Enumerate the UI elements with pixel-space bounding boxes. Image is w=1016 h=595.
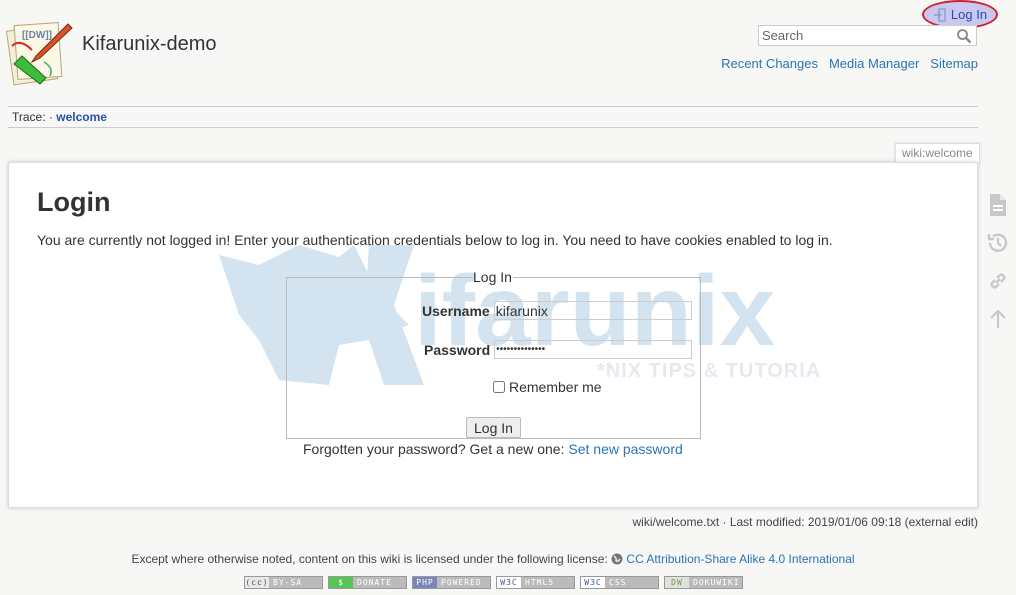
breadcrumb-welcome[interactable]: welcome xyxy=(56,110,107,124)
back-to-top-icon xyxy=(990,309,1006,328)
username-label: Username xyxy=(422,302,490,319)
page-id-tab: wiki:welcome xyxy=(895,143,980,164)
backlinks-button[interactable] xyxy=(985,268,1011,294)
breadcrumb: Trace: · welcome xyxy=(8,106,978,128)
login-link-label: Log In xyxy=(950,7,988,22)
badge-left: W3C xyxy=(581,577,605,588)
sitemap-link[interactable]: Sitemap xyxy=(930,56,978,71)
login-form: Log In Username Password Remember me Log… xyxy=(286,269,701,439)
badge-left: W3C xyxy=(497,577,521,588)
backlinks-icon xyxy=(990,273,1006,289)
doc-info: wiki/welcome.txt · Last modified: 2019/0… xyxy=(632,515,978,529)
badge-right: HTML5 xyxy=(521,577,574,588)
badge-left: $ xyxy=(329,577,353,588)
site-tools: Recent Changes Media Manager Sitemap xyxy=(721,56,978,71)
badge-right: CSS xyxy=(605,577,658,588)
badge-donate[interactable]: $ DONATE xyxy=(328,576,407,589)
badge-right: DOKUWIKI xyxy=(689,577,742,588)
remember-me-label[interactable]: Remember me xyxy=(509,379,602,395)
old-revisions-icon xyxy=(987,233,1008,252)
old-revisions-button[interactable] xyxy=(985,230,1011,256)
trace-separator: · xyxy=(48,110,53,124)
license-row: Except where otherwise noted, content on… xyxy=(0,552,986,566)
license-text: Except where otherwise noted, content on… xyxy=(131,552,608,566)
recent-changes-link[interactable]: Recent Changes xyxy=(721,56,818,71)
show-page-button[interactable] xyxy=(985,192,1011,218)
password-input[interactable] xyxy=(494,340,693,359)
forgot-password-row: Forgotten your password? Get a new one: … xyxy=(303,441,683,457)
show-page-icon xyxy=(990,194,1006,216)
license-link[interactable]: CC Attribution-Share Alike 4.0 Internati… xyxy=(626,552,854,566)
footer-badges: (cc) BY-SA $ DONATE PHP POWERED W3C HTML5 W3… xyxy=(244,576,743,589)
set-new-password-link[interactable]: Set new password xyxy=(568,441,682,457)
badge-w3c-html5[interactable]: W3C HTML5 xyxy=(496,576,575,589)
badge-right: BY-SA xyxy=(269,577,322,588)
remember-me-checkbox[interactable] xyxy=(493,381,505,393)
login-submit-button[interactable]: Log In xyxy=(466,417,521,438)
svg-text:[[DW]]: [[DW]] xyxy=(22,30,52,41)
username-input[interactable] xyxy=(493,301,692,320)
page-title: Login xyxy=(37,187,111,217)
login-form-legend: Log In xyxy=(473,269,512,285)
badge-left: DW xyxy=(665,577,689,588)
username-row: Username xyxy=(422,301,692,320)
badge-left: PHP xyxy=(413,577,437,588)
badge-left: (cc) xyxy=(245,577,269,588)
login-intro-text: You are currently not logged in! Enter y… xyxy=(37,232,833,248)
password-row: Password xyxy=(424,340,693,359)
badge-right: POWERED xyxy=(437,577,490,588)
trace-label: Trace: xyxy=(12,110,46,124)
badge-right: DONATE xyxy=(353,577,406,588)
remember-row: Remember me xyxy=(493,379,602,395)
login-icon xyxy=(933,7,946,22)
site-title[interactable]: Kifarunix-demo xyxy=(82,33,217,56)
dokuwiki-logo[interactable]: [[DW]] xyxy=(6,18,74,88)
badge-dokuwiki[interactable]: DW DOKUWIKI xyxy=(664,576,743,589)
password-label: Password xyxy=(424,341,491,358)
badge-cc-by-sa[interactable]: (cc) BY-SA xyxy=(244,576,323,589)
search-input[interactable] xyxy=(759,26,955,45)
badge-w3c-css[interactable]: W3C CSS xyxy=(580,576,659,589)
back-to-top-button[interactable] xyxy=(985,306,1011,332)
search-box xyxy=(758,25,977,46)
forgot-password-text: Forgotten your password? Get a new one: xyxy=(303,441,565,457)
page-content: ifarunix *NIX TIPS & TUTORIALS Login You… xyxy=(8,162,978,508)
badge-php-powered[interactable]: PHP POWERED xyxy=(412,576,491,589)
media-manager-link[interactable]: Media Manager xyxy=(829,56,919,71)
cc-license-icon xyxy=(611,553,623,565)
search-icon[interactable] xyxy=(956,28,972,44)
page-tools xyxy=(985,192,1011,344)
